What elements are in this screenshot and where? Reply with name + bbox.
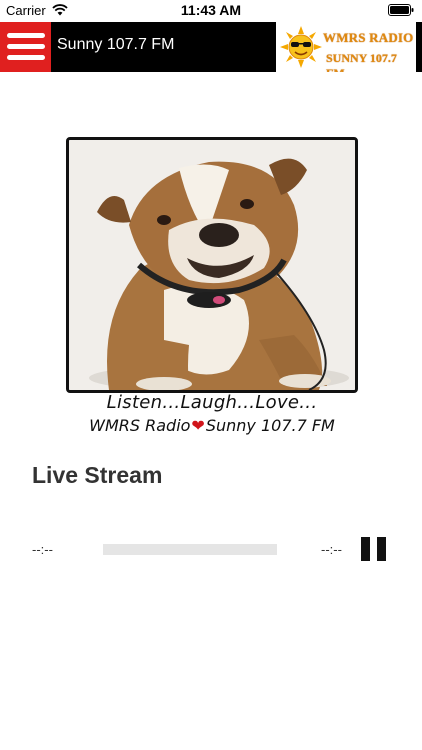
- status-bar: Carrier 11:43 AM: [0, 0, 422, 22]
- logo-text-top: WMRS RADIO: [323, 30, 414, 45]
- status-time: 11:43 AM: [180, 2, 242, 18]
- station-logo: WMRS RADIO SUNNY 107.7 FM: [276, 22, 416, 72]
- pause-button[interactable]: [361, 537, 387, 561]
- artwork-caption-tagline: Listen...Laugh...Love...: [106, 392, 318, 413]
- nav-bar: Sunny 107.7 FM WMRS RADIO SUNNY 107.7 FM: [0, 22, 422, 72]
- logo-text-bottom: SUNNY 107.7 FM: [326, 51, 397, 72]
- sun-with-sunglasses-icon: [280, 26, 322, 68]
- menu-button[interactable]: [0, 22, 51, 72]
- remaining-time: --:--: [321, 542, 342, 557]
- caption-station-left: WMRS Radio: [89, 416, 191, 435]
- page-title: Sunny 107.7 FM: [57, 36, 175, 53]
- live-stream-title: Live Stream: [32, 462, 163, 488]
- artwork-caption-station: WMRS Radio❤Sunny 107.7 FM: [60, 416, 364, 435]
- caption-station-right: Sunny 107.7 FM: [205, 416, 335, 435]
- elapsed-time: --:--: [32, 542, 53, 557]
- bulldog-photo: [66, 137, 358, 393]
- bulldog-with-headphones-image: [69, 140, 355, 390]
- progress-slider[interactable]: [103, 544, 277, 555]
- heart-icon: ❤: [191, 416, 205, 435]
- station-artwork: Listen...Laugh...Love... WMRS Radio❤Sunn…: [60, 134, 364, 440]
- battery-icon: [388, 4, 414, 16]
